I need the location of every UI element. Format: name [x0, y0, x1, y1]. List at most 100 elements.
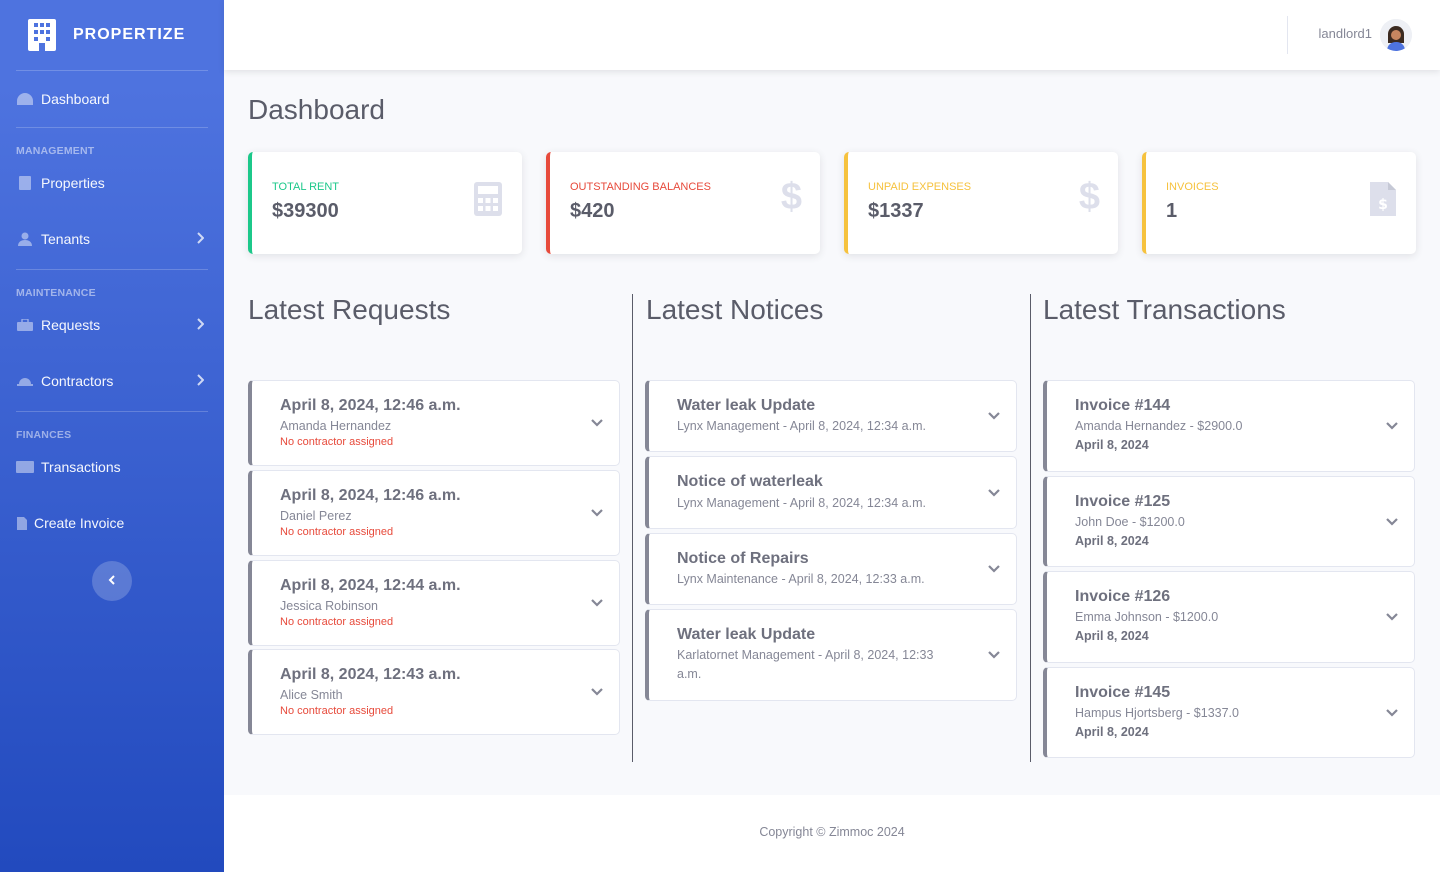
brand-name: PROPERTIZE — [73, 26, 186, 43]
brand-link[interactable]: PROPERTIZE — [0, 0, 224, 70]
sidebar-item-label: Create Invoice — [34, 515, 125, 531]
request-date: April 8, 2024, 12:43 a.m. — [280, 666, 461, 683]
stat-value: $39300 — [272, 200, 339, 222]
request-tenant: Alice Smith — [280, 688, 343, 702]
page-title: Dashboard — [248, 94, 385, 125]
transaction-card[interactable]: Invoice #126 Emma Johnson - $1200.0 Apri… — [1043, 571, 1415, 663]
sidebar-item-dashboard[interactable]: Dashboard — [0, 71, 224, 127]
user-icon — [16, 231, 34, 247]
svg-text:$: $ — [1378, 197, 1388, 213]
stat-value: $420 — [570, 200, 615, 222]
topbar-divider — [1287, 16, 1288, 54]
sidebar-toggle-button[interactable] — [92, 561, 132, 601]
username-label[interactable]: landlord1 — [1319, 26, 1373, 41]
stat-card-invoices: INVOICES 1 $ — [1142, 152, 1416, 254]
sidebar-heading-finances: FINANCES — [16, 429, 72, 441]
sidebar-heading-maintenance: MAINTENANCE — [16, 287, 96, 299]
notice-card[interactable]: Notice of Repairs Lynx Maintenance - Apr… — [645, 533, 1017, 605]
footer: Copyright © Zimmoc 2024 — [224, 795, 1440, 872]
topbar: landlord1 — [224, 0, 1440, 70]
notice-card[interactable]: Notice of waterleak Lynx Management - Ap… — [645, 456, 1017, 529]
chevron-down-icon[interactable] — [1386, 513, 1398, 531]
sidebar-item-create-invoice[interactable]: Create Invoice — [0, 493, 224, 553]
chevron-down-icon[interactable] — [1386, 704, 1398, 722]
notice-title: Water leak Update — [677, 626, 816, 643]
invoice-date: April 8, 2024 — [1075, 534, 1149, 548]
chevron-down-icon[interactable] — [591, 504, 603, 522]
stat-value: 1 — [1166, 200, 1178, 222]
notice-title: Water leak Update — [677, 397, 816, 414]
stat-label: OUTSTANDING BALANCES — [570, 181, 711, 193]
chevron-right-icon — [196, 231, 205, 247]
transactions-title: Latest Transactions — [1043, 294, 1286, 325]
chevron-down-icon[interactable] — [988, 484, 1000, 502]
notice-title: Notice of waterleak — [677, 473, 823, 490]
notice-card[interactable]: Water leak Update Lynx Management - Apri… — [645, 380, 1017, 452]
request-tenant: Jessica Robinson — [280, 599, 378, 613]
invoice-detail: Hampus Hjortsberg - $1337.0 — [1075, 706, 1239, 720]
chevron-down-icon[interactable] — [988, 407, 1000, 425]
building-icon — [16, 175, 34, 191]
sidebar-item-transactions[interactable]: Transactions — [0, 441, 224, 493]
main-content: Dashboard TOTAL RENT $39300 OUTSTANDING … — [224, 70, 1440, 795]
sidebar-item-tenants[interactable]: Tenants — [0, 209, 224, 269]
chevron-down-icon[interactable] — [988, 646, 1000, 664]
invoice-number: Invoice #125 — [1075, 493, 1171, 510]
invoice-detail: Amanda Hernandez - $2900.0 — [1075, 419, 1243, 433]
sidebar-item-label: Requests — [41, 317, 101, 333]
dashboard-gauge-icon — [16, 91, 34, 107]
invoice-date: April 8, 2024 — [1075, 629, 1149, 643]
request-tenant: Amanda Hernandez — [280, 419, 392, 433]
notice-card[interactable]: Water leak Update Karlatornet Management… — [645, 609, 1017, 701]
sidebar-item-contractors[interactable]: Contractors — [0, 351, 224, 411]
chevron-down-icon[interactable] — [591, 414, 603, 432]
invoice-date: April 8, 2024 — [1075, 438, 1149, 452]
transaction-card[interactable]: Invoice #145 Hampus Hjortsberg - $1337.0… — [1043, 667, 1415, 758]
transaction-card[interactable]: Invoice #144 Amanda Hernandez - $2900.0 … — [1043, 380, 1415, 472]
calculator-icon — [474, 182, 502, 221]
invoice-date: April 8, 2024 — [1075, 725, 1149, 739]
notice-meta: a.m. — [677, 667, 702, 681]
chevron-down-icon[interactable] — [1386, 417, 1398, 435]
dollar-icon: $ — [1078, 176, 1100, 218]
request-card[interactable]: April 8, 2024, 12:44 a.m. Jessica Robins… — [248, 560, 620, 646]
request-card[interactable]: April 8, 2024, 12:46 a.m. Daniel Perez N… — [248, 470, 620, 556]
chevron-down-icon[interactable] — [591, 594, 603, 612]
sidebar: PROPERTIZE Dashboard MANAGEMENT Properti… — [0, 0, 224, 872]
chevron-down-icon[interactable] — [988, 560, 1000, 578]
avatar[interactable] — [1380, 19, 1412, 51]
invoice-detail: Emma Johnson - $1200.0 — [1075, 610, 1219, 624]
request-status: No contractor assigned — [280, 436, 394, 448]
sidebar-item-label: Dashboard — [41, 91, 110, 107]
chevron-right-icon — [196, 373, 205, 389]
invoice-number: Invoice #144 — [1075, 397, 1171, 414]
sidebar-item-label: Tenants — [41, 231, 91, 247]
sidebar-heading-management: MANAGEMENT — [16, 145, 95, 157]
request-status: No contractor assigned — [280, 526, 394, 538]
credit-card-icon — [16, 459, 34, 475]
invoice-detail: John Doe - $1200.0 — [1075, 515, 1185, 529]
sidebar-item-requests[interactable]: Requests — [0, 299, 224, 351]
notice-meta: Lynx Maintenance - April 8, 2024, 12:33 … — [677, 572, 925, 586]
request-tenant: Daniel Perez — [280, 509, 352, 523]
request-card[interactable]: April 8, 2024, 12:46 a.m. Amanda Hernand… — [248, 380, 620, 466]
sidebar-item-label: Properties — [41, 175, 105, 191]
request-status: No contractor assigned — [280, 616, 394, 628]
request-card[interactable]: April 8, 2024, 12:43 a.m. Alice Smith No… — [248, 649, 620, 735]
dollar-icon: $ — [780, 176, 802, 218]
stat-label: UNPAID EXPENSES — [868, 181, 972, 193]
stat-card-unpaid-expenses: UNPAID EXPENSES $1337 $ — [844, 152, 1118, 254]
invoice-number: Invoice #126 — [1075, 588, 1171, 605]
notice-meta: Lynx Management - April 8, 2024, 12:34 a… — [677, 496, 926, 510]
chevron-down-icon[interactable] — [591, 683, 603, 701]
invoice-number: Invoice #145 — [1075, 684, 1171, 701]
stat-label: INVOICES — [1166, 181, 1219, 193]
requests-title: Latest Requests — [248, 294, 451, 325]
sidebar-item-properties[interactable]: Properties — [0, 157, 224, 209]
stat-label: TOTAL RENT — [272, 181, 340, 193]
notice-meta: Karlatornet Management - April 8, 2024, … — [677, 648, 934, 662]
chevron-down-icon[interactable] — [1386, 608, 1398, 626]
request-date: April 8, 2024, 12:46 a.m. — [280, 397, 461, 414]
transaction-card[interactable]: Invoice #125 John Doe - $1200.0 April 8,… — [1043, 476, 1415, 567]
chevron-right-icon — [196, 317, 205, 333]
